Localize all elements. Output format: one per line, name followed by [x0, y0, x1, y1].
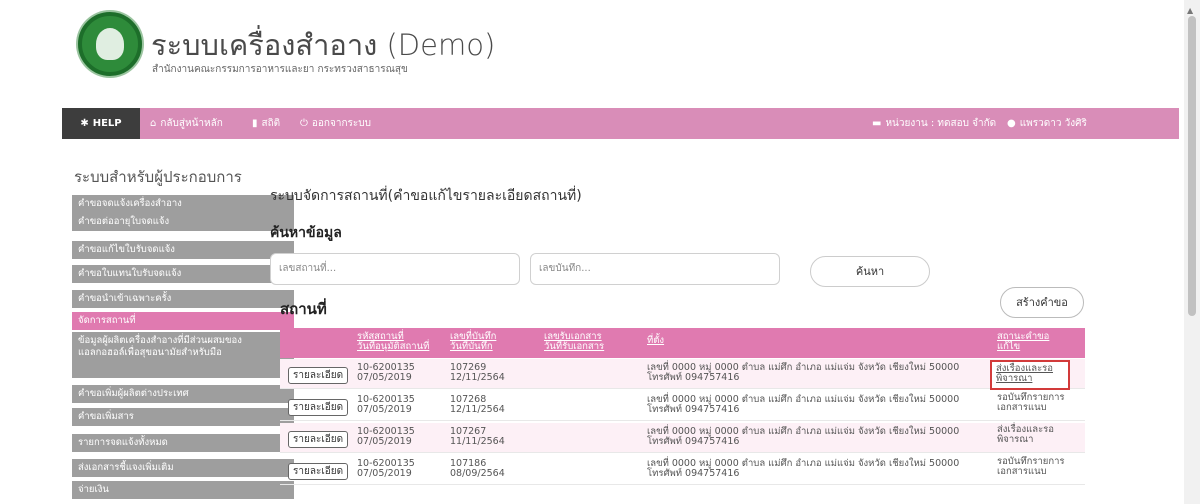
approved-date: 07/05/2019	[357, 436, 412, 447]
record-cell: 107267 11/11/2564	[450, 427, 505, 447]
header-banner: ระบบเครื่องสำอาง (Demo) สำนักงานคณะกรรมก…	[62, 0, 1179, 118]
status-cell: ส่งเรื่องและรอพิจารณา	[997, 424, 1054, 445]
phone-line: โทรศัพท์ 094757416	[647, 404, 740, 415]
sidebar-item-replacement[interactable]: คำขอใบแทนใบรับจดแจ้ง	[72, 265, 294, 284]
phone-line: โทรศัพท์ 094757416	[647, 468, 740, 479]
record-date: 12/11/2564	[450, 404, 505, 415]
place-number-input[interactable]: เลขสถานที่...	[270, 253, 520, 285]
col-doc-header[interactable]: เลขรับเอกสาร วันที่รับเอกสาร	[544, 332, 604, 352]
table-row: รายละเอียด 10-6200135 07/05/2019 107267 …	[280, 423, 1085, 453]
table-row: รายละเอียด 10-6200135 07/05/2019 107268 …	[280, 391, 1085, 421]
record-date: 12/11/2564	[450, 372, 505, 383]
record-number-input[interactable]: เลขบันทึก...	[530, 253, 780, 285]
col-code-header[interactable]: รหัสสถานที่ วันที่อนุมัติสถานที่	[357, 332, 429, 352]
table-header: รหัสสถานที่ วันที่อนุมัติสถานที่ เลขที่บ…	[280, 328, 1085, 358]
table-row: รายละเอียด 10-6200135 07/05/2019 107186 …	[280, 455, 1085, 485]
sidebar-item-add-substance[interactable]: คำขอเพิ่มสาร	[72, 408, 294, 427]
logout-link[interactable]: ⏻ ออกจากระบบ	[300, 108, 371, 139]
sidebar-item-manage-places[interactable]: จัดการสถานที่	[72, 312, 294, 331]
record-date: 11/11/2564	[450, 436, 505, 447]
sidebar-item-renew[interactable]: คำขอต่ออายุใบจดแจ้ง	[72, 213, 294, 232]
gear-icon: ✱	[80, 118, 89, 129]
status-cell: รอบันทึกรายการเอกสารแนบ	[997, 392, 1065, 413]
col-address-header[interactable]: ที่ตั้ง	[647, 336, 664, 346]
user-label: แพรวดาว วังศิริ	[1019, 118, 1087, 129]
address-cell: เลขที่ 0000 หมู่ 0000 ตำบล แม่ศึก อำเภอ …	[647, 427, 959, 447]
agency-label: หน่วยงาน : ทดสอบ จำกัด	[885, 118, 997, 129]
sidebar-title: ระบบสำหรับผู้ประกอบการ	[74, 168, 242, 186]
phone-line: โทรศัพท์ 094757416	[647, 436, 740, 447]
scrollbar-thumb[interactable]	[1188, 16, 1196, 316]
home-label: กลับสู่หน้าหลัก	[160, 118, 223, 129]
detail-button[interactable]: รายละเอียด	[288, 367, 349, 384]
col-record-header[interactable]: เลขที่บันทึก วันที่บันทึก	[450, 332, 496, 352]
address-cell: เลขที่ 0000 หมู่ 0000 ตำบล แม่ศึก อำเภอ …	[647, 363, 959, 383]
table-row: รายละเอียด 10-6200135 07/05/2019 107269 …	[280, 359, 1085, 390]
top-navbar: ✱ HELP ⌂ กลับสู่หน้าหลัก ▮ สถิติ ⏻ ออกจา…	[62, 108, 1179, 139]
places-section-title: สถานที่	[280, 300, 327, 318]
agency-link[interactable]: ▬ หน่วยงาน : ทดสอบ จำกัด	[872, 108, 996, 139]
record-cell: 107186 08/09/2564	[450, 459, 505, 479]
power-icon: ⏻	[300, 118, 308, 129]
page-title: ระบบจัดการสถานที่(คำขอแก้ไขรายละเอียดสถา…	[270, 188, 582, 204]
record-cell: 107268 12/11/2564	[450, 395, 505, 415]
col-status-header[interactable]: สถานะคำขอ แก้ไข	[997, 332, 1049, 352]
col-record-line2: วันที่บันทึก	[450, 341, 493, 352]
search-button[interactable]: ค้นหา	[810, 256, 930, 287]
create-request-button[interactable]: สร้างคำขอ	[1000, 287, 1084, 318]
logo-emblem	[96, 28, 124, 60]
place-code-cell: 10-6200135 07/05/2019	[357, 459, 415, 479]
sidebar-item-alcohol-producers[interactable]: ข้อมูลผู้ผลิตเครื่องสำอางที่มีส่วนผสมของ…	[72, 332, 294, 379]
approved-date: 07/05/2019	[357, 404, 412, 415]
home-icon: ⌂	[150, 118, 157, 129]
user-link[interactable]: ● แพรวดาว วังศิริ	[1007, 108, 1087, 139]
home-link[interactable]: ⌂ กลับสู่หน้าหลัก	[150, 108, 223, 139]
col-code-line2: วันที่อนุมัติสถานที่	[357, 341, 430, 352]
stats-link[interactable]: ▮ สถิติ	[252, 108, 280, 139]
col-doc-line2: วันที่รับเอกสาร	[544, 341, 605, 352]
bar-chart-icon: ▮	[252, 118, 258, 129]
approved-date: 07/05/2019	[357, 468, 412, 479]
help-button[interactable]: ✱ HELP	[62, 108, 140, 139]
sidebar-item-payment[interactable]: จ่ายเงิน	[72, 481, 294, 500]
sidebar-item-import-once[interactable]: คำขอนำเข้าเฉพาะครั้ง	[72, 290, 294, 309]
record-date: 08/09/2564	[450, 468, 505, 479]
user-icon: ●	[1007, 118, 1016, 129]
browser-viewport: ระบบเครื่องสำอาง (Demo) สำนักงานคณะกรรมก…	[0, 0, 1200, 504]
approved-date: 07/05/2019	[357, 372, 412, 383]
logout-label: ออกจากระบบ	[311, 118, 371, 129]
app-subtitle: สำนักงานคณะกรรมการอาหารและยา กระทรวงสาธา…	[152, 64, 408, 75]
scroll-up-arrow-icon[interactable]: ▲	[1187, 6, 1193, 15]
detail-button[interactable]: รายละเอียด	[288, 399, 349, 416]
place-code-cell: 10-6200135 07/05/2019	[357, 395, 415, 415]
phone-line: โทรศัพท์ 094757416	[647, 372, 740, 383]
sidebar-item-foreign-producer[interactable]: คำขอเพิ่มผู้ผลิตต่างประเทศ	[72, 385, 294, 404]
col-status-line2: แก้ไข	[997, 341, 1021, 352]
stats-label: สถิติ	[261, 118, 281, 129]
sidebar-item-all-notifications[interactable]: รายการจดแจ้งทั้งหมด	[72, 434, 294, 453]
place-code-cell: 10-6200135 07/05/2019	[357, 427, 415, 447]
detail-button[interactable]: รายละเอียด	[288, 463, 349, 480]
building-icon: ▬	[872, 118, 882, 129]
detail-button[interactable]: รายละเอียด	[288, 431, 349, 448]
sidebar-item-amend[interactable]: คำขอแก้ไขใบรับจดแจ้ง	[72, 241, 294, 260]
ministry-logo	[78, 12, 142, 76]
page: ระบบเครื่องสำอาง (Demo) สำนักงานคณะกรรมก…	[62, 0, 1179, 504]
place-code-cell: 10-6200135 07/05/2019	[357, 363, 415, 383]
sidebar-item-notify[interactable]: คำขอจดแจ้งเครื่องสำอาง	[72, 195, 294, 214]
search-section-title: ค้นหาข้อมูล	[270, 225, 342, 241]
address-cell: เลขที่ 0000 หมู่ 0000 ตำบล แม่ศึก อำเภอ …	[647, 459, 959, 479]
status-cell-highlighted[interactable]: ส่งเรื่องและรอพิจารณา	[990, 360, 1070, 390]
sidebar-item-send-documents[interactable]: ส่งเอกสารชี้แจงเพิ่มเติม	[72, 459, 294, 478]
status-cell: รอบันทึกรายการเอกสารแนบ	[997, 456, 1065, 477]
record-cell: 107269 12/11/2564	[450, 363, 505, 383]
help-label: HELP	[92, 118, 122, 129]
address-cell: เลขที่ 0000 หมู่ 0000 ตำบล แม่ศึก อำเภอ …	[647, 395, 959, 415]
